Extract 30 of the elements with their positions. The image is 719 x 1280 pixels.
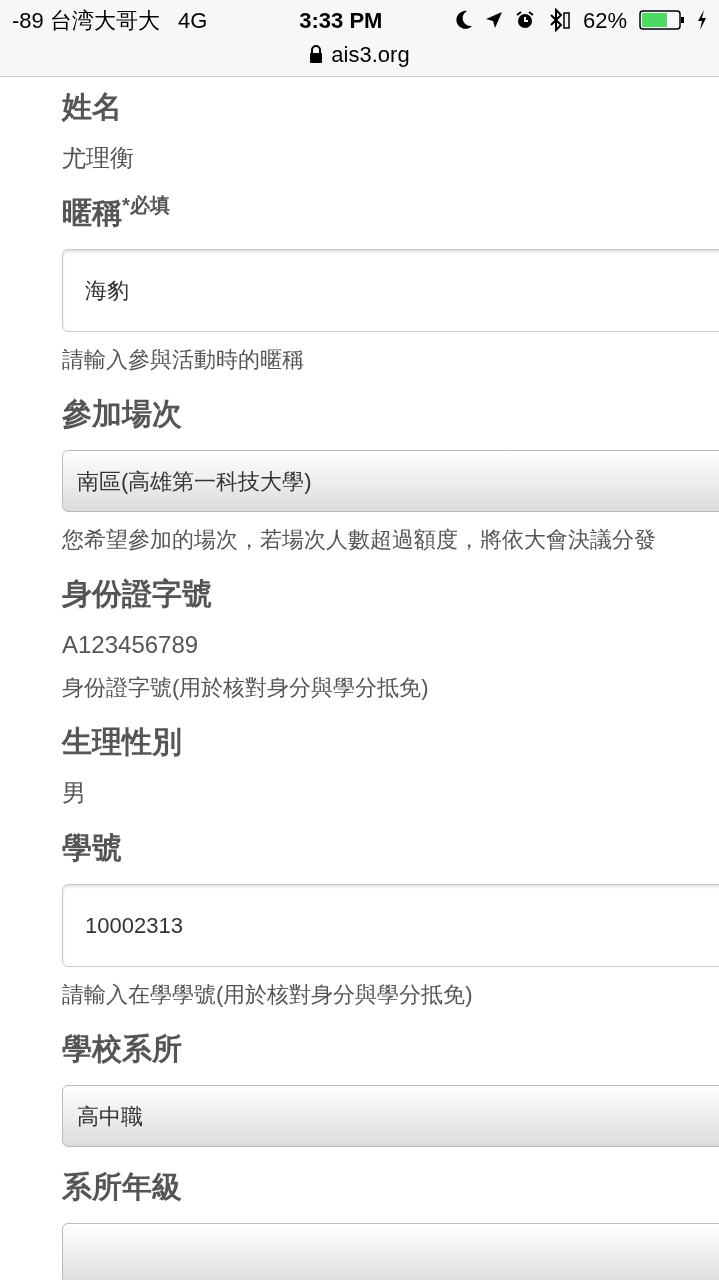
field-label: 生理性別 [62, 724, 182, 760]
field-label: 暱稱 [62, 195, 122, 231]
field-value: 男 [62, 778, 87, 808]
field-label: 學號 [62, 830, 122, 866]
field-label: 系所年級 [62, 1169, 182, 1205]
moon-icon [454, 10, 473, 30]
clock-time: 3:33 PM [299, 6, 383, 35]
help-text: 請輸入在學學號(用於核對身分與學分抵免) [62, 981, 474, 1009]
text-input[interactable]: 10002313 [62, 884, 719, 967]
field-label: 身份證字號 [62, 576, 212, 612]
select-field[interactable]: 南區(高雄第一科技大學) [62, 450, 719, 512]
select-field[interactable]: 高中職 [62, 1085, 719, 1147]
network-type: 4G [177, 6, 208, 35]
url-text[interactable]: ais3.org [331, 37, 410, 71]
carrier-name: -89 台湾大哥大 [12, 6, 160, 35]
required-mark: *必填 [122, 195, 170, 215]
field-label: 學校系所 [62, 1031, 182, 1067]
battery-icon [639, 10, 685, 30]
select-field[interactable] [62, 1223, 719, 1280]
alarm-clock-icon [514, 10, 535, 30]
help-text: 身份證字號(用於核對身分與學分抵免) [62, 674, 430, 702]
battery-percent: 62% [582, 6, 627, 35]
field-label: 姓名 [62, 89, 122, 125]
text-input[interactable]: 海豹 [62, 249, 719, 332]
help-text: 請輸入參與活動時的暱稱 [62, 346, 305, 374]
location-arrow-icon [484, 11, 503, 29]
field-label: 參加場次 [62, 396, 182, 432]
field-value: 尤理衡 [62, 143, 135, 173]
field-value: A123456789 [62, 630, 200, 660]
help-text: 您希望參加的場次，若場次人數超過額度，將依大會決議分發 [62, 526, 657, 554]
